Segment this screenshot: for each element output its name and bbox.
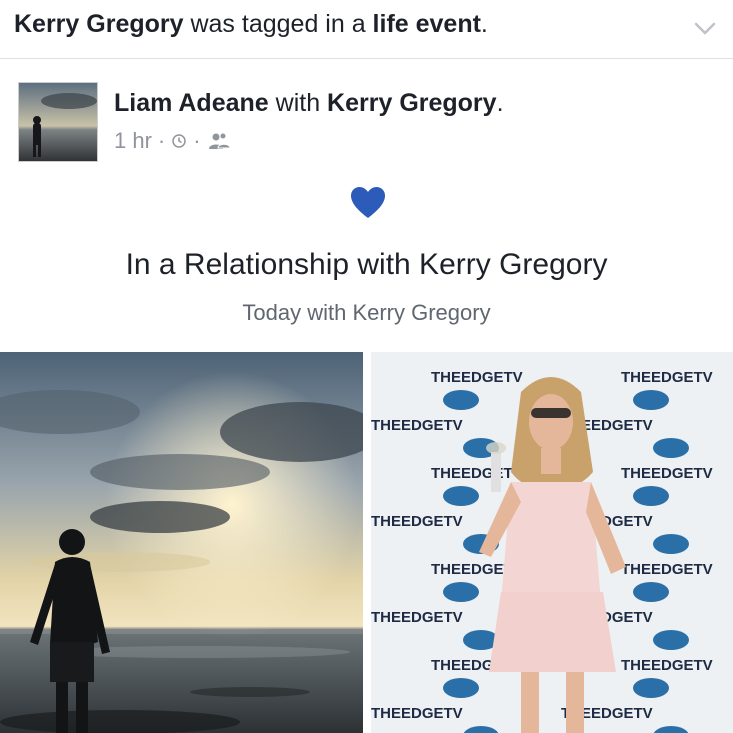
- backdrop-brand-text: THEEDGETV: [371, 705, 463, 722]
- notification-end: .: [480, 10, 488, 38]
- notification-bar[interactable]: Kerry Gregory was tagged in a life event…: [0, 0, 733, 59]
- backdrop-brand-text: THEEDGETV: [621, 369, 713, 386]
- backdrop-logo-mark: [443, 390, 479, 410]
- avatar[interactable]: [18, 82, 98, 162]
- backdrop-logo-mark: [443, 486, 479, 506]
- backdrop-logo-mark: [633, 582, 669, 602]
- photo-sunset-beach[interactable]: [0, 352, 363, 733]
- post-tagged-user[interactable]: Kerry Gregory: [327, 89, 497, 117]
- post-end: .: [496, 89, 504, 117]
- life-event-subtitle[interactable]: Today with Kerry Gregory: [0, 298, 733, 328]
- backdrop-logo-mark: [653, 438, 689, 458]
- notification-actor[interactable]: Kerry Gregory: [14, 10, 184, 38]
- backdrop-logo-mark: [653, 630, 689, 650]
- backdrop-logo-mark: [443, 582, 479, 602]
- post-meta: 1 hr · ·: [114, 128, 231, 154]
- post-author-line: Liam Adeane with Kerry Gregory.: [114, 88, 504, 118]
- chevron-down-icon[interactable]: [691, 14, 719, 42]
- clock-icon: [172, 134, 186, 148]
- backdrop-logo-mark: [633, 486, 669, 506]
- meta-separator: ·: [157, 128, 166, 153]
- backdrop-brand-text: THEEDGETV: [621, 657, 713, 674]
- backdrop-logo-mark: [633, 678, 669, 698]
- backdrop-brand-text: THEEDGETV: [431, 465, 523, 482]
- backdrop-brand-text: THEEDGETV: [371, 513, 463, 530]
- backdrop-logo-mark: [653, 534, 689, 554]
- notification-middle: was tagged in a: [183, 10, 373, 38]
- backdrop-logo-mark: [633, 390, 669, 410]
- notification-event-word[interactable]: life event: [373, 10, 481, 38]
- meta-separator-2: ·: [193, 128, 201, 153]
- post-author[interactable]: Liam Adeane: [114, 89, 269, 117]
- backdrop-brand-text: THEEDGETV: [431, 369, 523, 386]
- backdrop-brand-text: THEEDGETV: [371, 609, 463, 626]
- backdrop-logo-mark: [443, 678, 479, 698]
- backdrop-brand-text: THEEDGETV: [621, 561, 713, 578]
- post-time[interactable]: 1 hr: [114, 128, 152, 154]
- backdrop-brand-text: THEEDGETV: [621, 465, 713, 482]
- post-with: with: [268, 89, 328, 117]
- backdrop-brand-text: THEEDGETV: [371, 417, 463, 434]
- friends-audience-icon[interactable]: [207, 132, 231, 150]
- post-header: Liam Adeane with Kerry Gregory. 1 hr · ·: [0, 70, 733, 170]
- heart-icon: [351, 187, 385, 218]
- photo-event-backdrop[interactable]: THEEDGETV THEEDGETV THEEDGETV THEEDGETV THEE…: [371, 352, 733, 733]
- life-event-title: In a Relationship with Kerry Gregory: [125, 248, 608, 281]
- notification-text: Kerry Gregory was tagged in a life event…: [14, 8, 488, 40]
